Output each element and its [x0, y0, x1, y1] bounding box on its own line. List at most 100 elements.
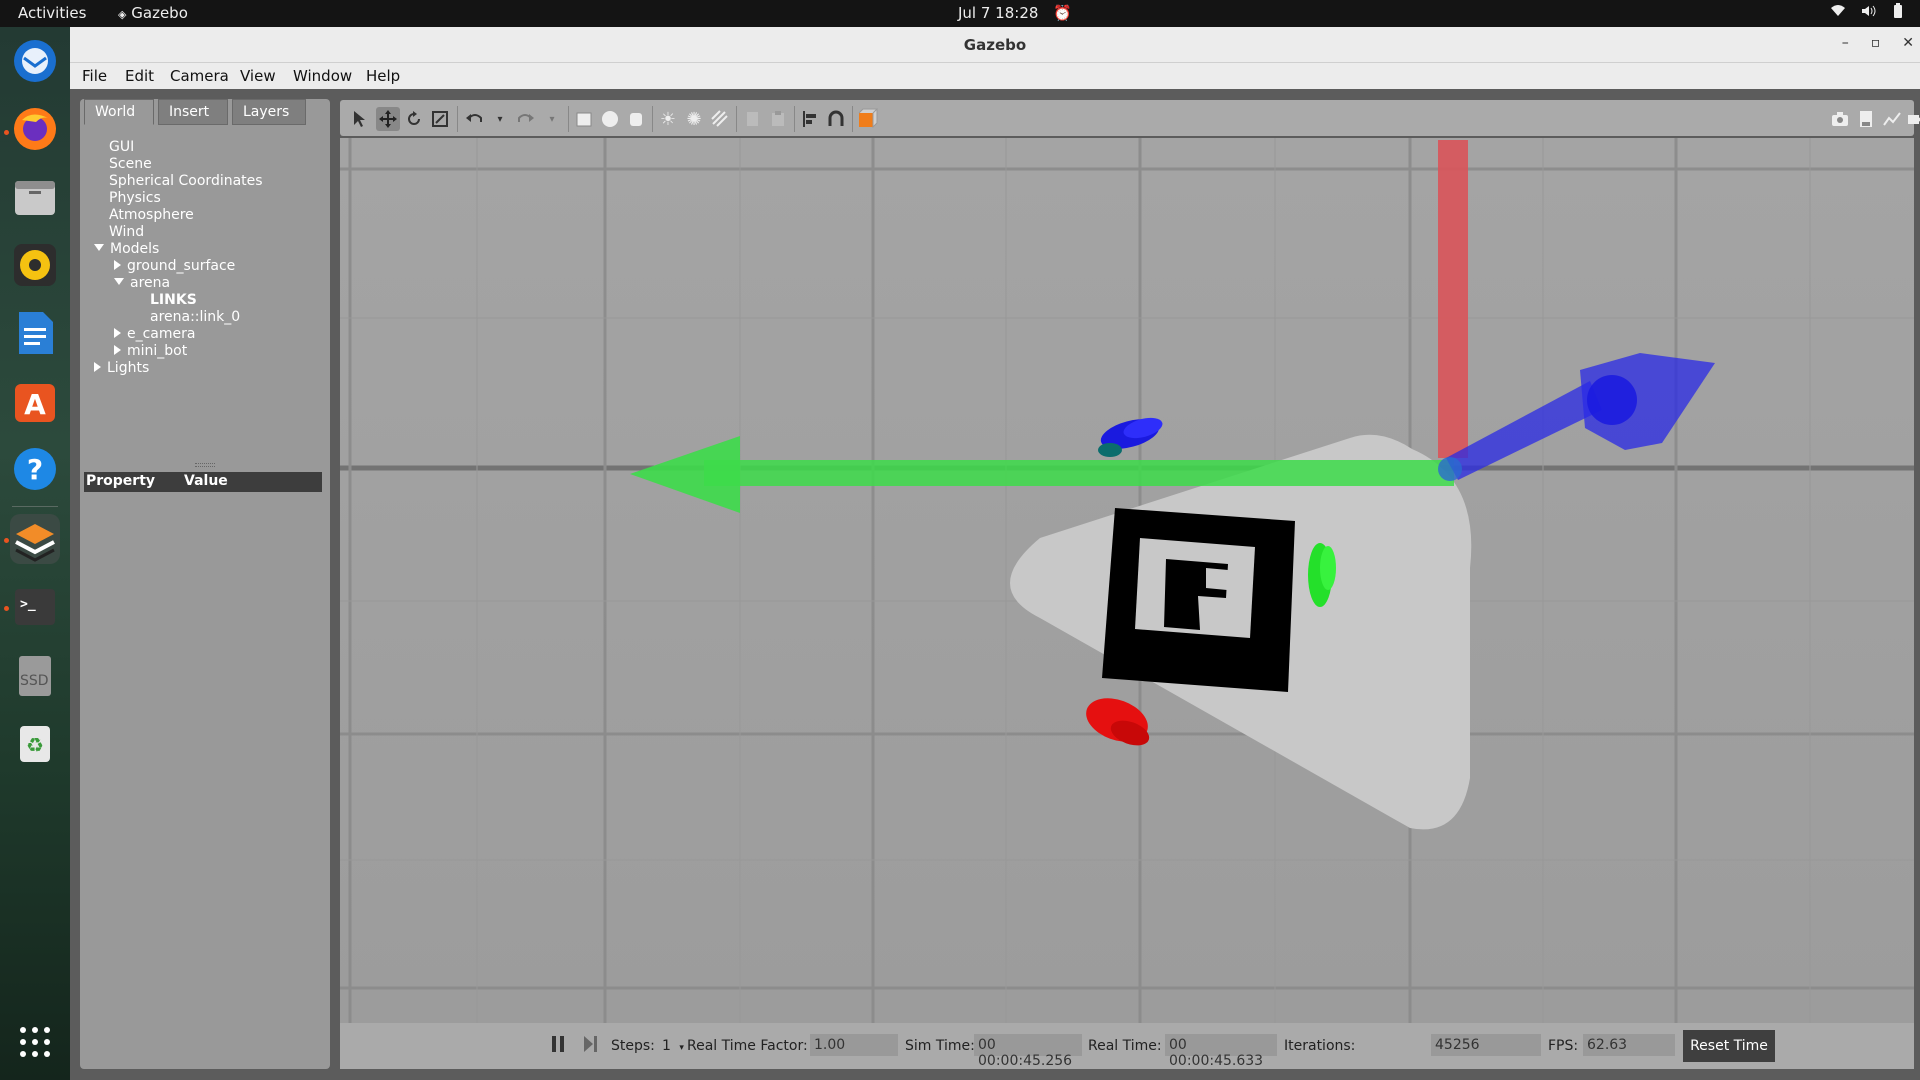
tree-item-ground-surface[interactable]: ground_surface [114, 258, 235, 274]
iterations-label: Iterations: [1284, 1038, 1356, 1054]
tree-item-arena[interactable]: arena [114, 275, 170, 291]
undo-button[interactable] [462, 107, 486, 131]
log-data-button[interactable] [1854, 107, 1878, 131]
arrow-pointer-icon [354, 111, 365, 127]
tree-item-spherical-coordinates[interactable]: Spherical Coordinates [109, 173, 263, 189]
screenshot-button[interactable] [1828, 107, 1852, 131]
gizmo-z-handle[interactable] [1587, 375, 1637, 425]
select-mode-button[interactable] [348, 107, 372, 131]
gizmo-x-axis[interactable] [1438, 140, 1468, 458]
collapsed-arrow-icon[interactable] [94, 362, 101, 372]
tree-item-physics[interactable]: Physics [109, 190, 161, 206]
copy-button[interactable] [740, 107, 764, 131]
close-button[interactable]: ✕ [1902, 35, 1914, 51]
dock: A ? >_ SSD ♻ [0, 27, 70, 1080]
translate-mode-button[interactable] [376, 107, 400, 131]
point-light-button[interactable]: ☀ [656, 107, 680, 131]
tree-item-scene[interactable]: Scene [109, 156, 152, 172]
gizmo-origin[interactable] [1438, 457, 1462, 481]
expanded-arrow-icon[interactable] [94, 244, 104, 251]
tree-item-mini-bot[interactable]: mini_bot [114, 343, 187, 359]
tree-item-e-camera[interactable]: e_camera [114, 326, 195, 342]
menu-camera[interactable]: Camera [170, 67, 229, 85]
rotate-mode-button[interactable] [402, 107, 426, 131]
sun-icon: ☀ [659, 108, 677, 130]
dock-ssd[interactable]: SSD [10, 650, 60, 700]
reset-time-button[interactable]: Reset Time [1683, 1030, 1775, 1062]
view-angle-button[interactable] [856, 107, 880, 131]
plot-button[interactable] [1880, 107, 1904, 131]
cylinder-shape-button[interactable] [624, 107, 648, 131]
collapsed-arrow-icon[interactable] [114, 345, 121, 355]
paste-button[interactable] [766, 107, 790, 131]
sphere-icon [602, 111, 618, 127]
pause-button[interactable] [550, 1035, 566, 1057]
sphere-shape-button[interactable] [598, 107, 622, 131]
dock-files[interactable] [10, 172, 60, 222]
redo-history-dropdown[interactable]: ▾ [540, 107, 564, 131]
dock-firefox[interactable] [10, 104, 60, 154]
tree-item-lights[interactable]: Lights [94, 360, 149, 376]
gazebo-icon [15, 524, 55, 562]
svg-text:♻: ♻ [26, 733, 44, 757]
tree-item-models[interactable]: Models [94, 241, 159, 257]
title-bar[interactable]: Gazebo – ▫ ✕ [70, 27, 1920, 63]
time-panel: Steps: 1 ▾ Real Time Factor: 1.00 Sim Ti… [340, 1023, 1914, 1069]
collapsed-arrow-icon[interactable] [114, 260, 121, 270]
sim-time-label: Sim Time: [905, 1038, 975, 1054]
toolbar-separator [568, 106, 569, 132]
activities-button[interactable]: Activities [18, 4, 86, 22]
tree-item-atmosphere[interactable]: Atmosphere [109, 207, 194, 223]
redo-button[interactable] [514, 107, 538, 131]
spot-light-button[interactable]: ✺ [682, 107, 706, 131]
tab-insert[interactable]: Insert [158, 99, 228, 125]
collapsed-arrow-icon[interactable] [114, 328, 121, 338]
property-column-header: Property [86, 473, 156, 489]
menu-file[interactable]: File [82, 67, 107, 85]
tree-item-gui[interactable]: GUI [109, 139, 134, 155]
tab-world[interactable]: World [84, 99, 154, 125]
tree-item-arena-link[interactable]: arena::link_0 [150, 309, 240, 325]
expanded-arrow-icon[interactable] [114, 278, 124, 285]
system-tray[interactable] [1830, 3, 1906, 19]
record-video-button[interactable] [1906, 107, 1920, 131]
dock-software[interactable]: A [10, 376, 60, 426]
box-shape-button[interactable] [572, 107, 596, 131]
clock[interactable]: Jul 7 18:28 ⏰ [958, 4, 1072, 22]
rhythmbox-icon [14, 244, 56, 286]
dock-terminal[interactable]: >_ [10, 582, 60, 632]
dock-writer[interactable] [10, 308, 60, 358]
pause-icon [552, 1036, 564, 1052]
align-button[interactable] [798, 107, 822, 131]
dock-thunderbird[interactable] [10, 36, 60, 86]
chevron-down-icon: ▾ [497, 113, 503, 125]
gizmo-y-axis[interactable] [704, 460, 1454, 486]
dock-trash[interactable]: ♻ [10, 718, 60, 768]
scene-render[interactable] [340, 138, 1914, 1023]
dock-help[interactable]: ? [10, 444, 60, 494]
minimize-button[interactable]: – [1842, 35, 1849, 51]
step-button[interactable] [582, 1035, 598, 1057]
steps-label: Steps: [611, 1038, 655, 1054]
scale-mode-button[interactable] [428, 107, 452, 131]
directional-light-button[interactable] [708, 107, 732, 131]
steps-spinbox[interactable]: 1 ▾ [662, 1038, 684, 1054]
menu-help[interactable]: Help [366, 67, 400, 85]
menu-edit[interactable]: Edit [125, 67, 154, 85]
top-bar: Activities ◈ Gazebo Jul 7 18:28 ⏰ [0, 0, 1920, 27]
scene-viewport[interactable] [340, 138, 1914, 1023]
panel-splitter[interactable] [195, 463, 215, 467]
dock-show-apps[interactable] [10, 1017, 60, 1067]
maximize-button[interactable]: ▫ [1871, 35, 1881, 51]
undo-history-dropdown[interactable]: ▾ [488, 107, 512, 131]
menu-window[interactable]: Window [293, 67, 352, 85]
dock-gazebo[interactable] [10, 514, 60, 564]
app-menu[interactable]: ◈ Gazebo [118, 4, 188, 22]
chevron-down-icon[interactable]: ▾ [679, 1043, 684, 1053]
redo-icon [518, 114, 534, 122]
tree-item-wind[interactable]: Wind [109, 224, 144, 240]
menu-view[interactable]: View [240, 67, 276, 85]
snap-button[interactable] [824, 107, 848, 131]
tab-layers[interactable]: Layers [232, 99, 306, 125]
dock-rhythmbox[interactable] [10, 240, 60, 290]
